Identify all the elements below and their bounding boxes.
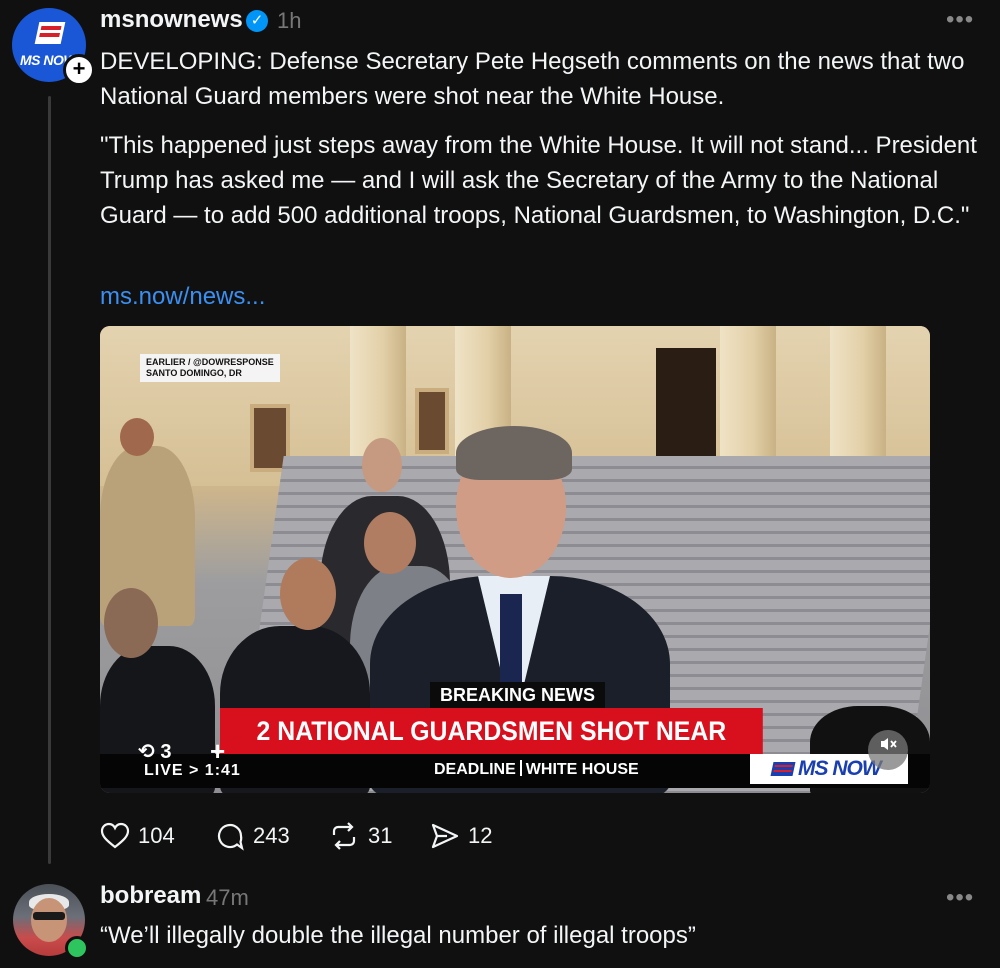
speaker-off-glyph	[881, 738, 897, 750]
video-person-head	[120, 418, 154, 456]
video-window	[415, 388, 449, 454]
reply-username[interactable]: bobream	[100, 882, 201, 910]
muted-speaker-icon[interactable]	[868, 730, 908, 770]
thread-line	[48, 96, 51, 864]
avatar-face	[31, 898, 67, 942]
post-paragraph: "This happened just steps away from the …	[100, 132, 977, 229]
ticker-show: DEADLINE WHITE HOUSE	[434, 760, 639, 779]
video-repost-counter[interactable]: ⟲ 3	[138, 739, 171, 764]
video-doorway	[656, 348, 716, 458]
repost-icon	[332, 822, 356, 850]
video-player[interactable]: EARLIER / @DOWRESPONSE SANTO DOMINGO, DR…	[100, 326, 930, 793]
show-name: DEADLINE	[434, 761, 516, 778]
video-person-head	[364, 512, 416, 574]
show-subtitle: WHITE HOUSE	[525, 761, 639, 778]
repost-mini-icon: ⟲	[138, 741, 155, 763]
repost-count: 31	[368, 823, 393, 848]
send-icon	[431, 823, 459, 849]
post-link[interactable]: ms.now/news...	[100, 283, 265, 311]
post-timestamp[interactable]: 1h	[277, 8, 301, 34]
video-caption-tag: EARLIER / @DOWRESPONSE SANTO DOMINGO, DR	[140, 354, 280, 382]
caption-line: EARLIER / @DOWRESPONSE	[146, 357, 274, 367]
post-more-button[interactable]: •••	[946, 6, 974, 34]
video-speaker-tie	[500, 594, 522, 694]
live-indicator: LIVE > 1:41	[144, 762, 241, 779]
post-paragraph: DEVELOPING: Defense Secretary Pete Hegse…	[100, 48, 965, 110]
post-body: DEVELOPING: Defense Secretary Pete Hegse…	[100, 44, 980, 247]
video-column	[720, 326, 776, 476]
msnow-flag-icon	[770, 762, 796, 776]
follow-button[interactable]: +	[63, 54, 95, 86]
online-status-dot	[65, 936, 89, 960]
reply-button[interactable]: 243	[215, 820, 290, 852]
avatar-glasses	[33, 912, 65, 920]
headline-chyron: 2 NATIONAL GUARDSMEN SHOT NEAR WHITE HOU…	[220, 708, 763, 792]
share-button[interactable]: 12	[430, 820, 492, 852]
video-repost-count: 3	[160, 741, 172, 763]
reply-timestamp[interactable]: 47m	[206, 885, 249, 911]
comment-icon	[217, 823, 244, 851]
msnow-logo-icon	[34, 22, 66, 44]
verified-badge-icon: ✓	[246, 10, 268, 32]
video-column	[830, 326, 886, 476]
video-speaker-hair	[456, 426, 572, 480]
like-button[interactable]: 104	[100, 820, 175, 852]
video-person-head	[104, 588, 158, 658]
breaking-news-label: BREAKING NEWS	[430, 682, 606, 709]
caption-line: SANTO DOMINGO, DR	[146, 368, 242, 378]
video-person-head	[280, 558, 336, 630]
author-username[interactable]: msnownews	[100, 6, 243, 34]
like-count: 104	[138, 823, 175, 848]
reply-count: 243	[253, 823, 290, 848]
reply-text: “We’ll illegally double the illegal numb…	[100, 922, 696, 949]
share-count: 12	[468, 823, 493, 848]
repost-button[interactable]: 31	[328, 820, 392, 852]
reply-more-button[interactable]: •••	[946, 884, 974, 912]
network-logo-text: MS NOW	[798, 757, 882, 780]
video-person-head	[362, 438, 402, 492]
heart-icon	[100, 822, 130, 849]
